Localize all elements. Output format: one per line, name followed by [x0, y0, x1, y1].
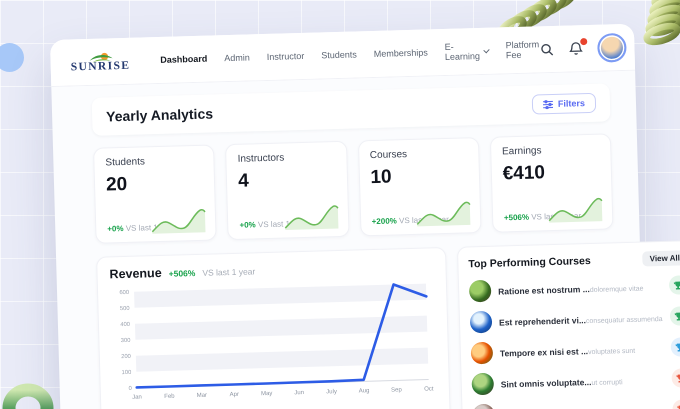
- course-title: Est reprehenderit vi...: [498, 314, 587, 328]
- decor-spring-icon: [643, 0, 680, 46]
- trophy-icon: [668, 275, 680, 295]
- svg-text:400: 400: [120, 322, 130, 328]
- stat-percent: +506%: [503, 212, 530, 223]
- page-title: Yearly Analytics: [105, 105, 214, 125]
- course-subtitle: doloremque vitae: [589, 285, 644, 294]
- search-icon[interactable]: [539, 41, 555, 57]
- page-title-bar: Yearly Analytics Filters: [91, 83, 611, 136]
- course-avatar: [468, 279, 492, 302]
- course-title: Ratione est nostrum ...: [498, 283, 590, 297]
- notification-badge: [578, 36, 589, 47]
- filters-button[interactable]: Filters: [531, 92, 597, 115]
- revenue-chart-card: Revenue +506% VS last 1 year 0 100 200 300 4…: [96, 247, 452, 409]
- course-title: Sint omnis voluptate...: [500, 376, 592, 390]
- svg-text:0: 0: [128, 386, 131, 392]
- svg-text:Mar: Mar: [197, 393, 208, 399]
- trophy-icon: [671, 399, 680, 409]
- svg-text:100: 100: [122, 370, 132, 376]
- revenue-note: VS last 1 year: [202, 266, 256, 278]
- course-title: Tempore ex nisi est ...: [499, 345, 589, 359]
- nav-item-instructor[interactable]: Instructor: [267, 51, 305, 62]
- dashboard-window: SUNRISE Dashboard Admin Instructor Stude…: [50, 23, 680, 409]
- svg-text:200: 200: [121, 354, 131, 360]
- revenue-percent: +506%: [168, 268, 196, 279]
- svg-text:Oct: Oct: [424, 386, 434, 392]
- course-subtitle: voluptates sunt: [588, 347, 636, 356]
- sunrise-logo[interactable]: SUNRISE: [70, 50, 131, 74]
- trophy-icon: [669, 306, 680, 326]
- decor-green-torus-icon: [2, 383, 54, 409]
- course-avatar: [472, 403, 495, 409]
- svg-text:Jun: Jun: [294, 390, 304, 396]
- stat-value: €410: [502, 162, 546, 185]
- nav-item-admin[interactable]: Admin: [224, 52, 250, 63]
- stat-card-students[interactable]: Students 20 +0% VS last 1 year: [93, 144, 217, 244]
- main-nav: Dashboard Admin Instructor Students Memb…: [160, 39, 540, 70]
- svg-text:Sep: Sep: [391, 387, 403, 393]
- course-avatar: [470, 341, 494, 364]
- revenue-chart: 0 100 200 300 400 500 600 Jan Feb Mar Apr May Jun Jul…: [119, 283, 434, 401]
- svg-text:500: 500: [120, 306, 130, 312]
- stat-label: Earnings: [501, 145, 542, 158]
- sparkline-chart: [548, 197, 603, 223]
- stat-percent: +0%: [107, 224, 124, 234]
- stat-card-courses[interactable]: Courses 10 +200% VS last 1 year: [357, 137, 482, 237]
- sliders-filter-icon: [542, 99, 554, 109]
- stat-label: Instructors: [237, 152, 285, 165]
- filters-label: Filters: [557, 98, 586, 109]
- nav-item-students[interactable]: Students: [321, 49, 357, 60]
- svg-text:Feb: Feb: [164, 394, 175, 400]
- svg-text:600: 600: [119, 290, 129, 296]
- top-courses-title: Top Performing Courses: [468, 254, 591, 270]
- svg-text:Aug: Aug: [359, 388, 370, 394]
- stat-value: 20: [105, 173, 128, 196]
- course-avatar: [469, 310, 493, 333]
- notifications-bell-icon[interactable]: [568, 36, 589, 56]
- stat-value: 4: [237, 170, 250, 192]
- course-subtitle: consequatur assumenda: [585, 315, 663, 325]
- dashboard-body: Yearly Analytics Filters Students 20 +0%…: [51, 71, 680, 409]
- stat-percent: +200%: [371, 216, 397, 227]
- trophy-icon: [671, 368, 680, 388]
- stat-label: Students: [105, 156, 146, 169]
- course-subtitle: ut corrupti: [591, 378, 623, 387]
- user-avatar[interactable]: [596, 32, 627, 63]
- sparkline-chart: [284, 205, 339, 231]
- stats-row: Students 20 +0% VS last 1 year Instructo…: [93, 133, 614, 244]
- stat-card-instructors[interactable]: Instructors 4 +0% VS last 1 year: [225, 140, 350, 241]
- top-courses-card: Top Performing Courses View All Ratione …: [456, 240, 680, 409]
- top-courses-header: Top Performing Courses View All: [468, 250, 680, 271]
- sparkline-chart: [152, 208, 206, 234]
- stat-value: 10: [370, 166, 392, 189]
- sparkline-chart: [416, 201, 471, 227]
- chevron-down-icon: [483, 46, 490, 54]
- nav-item-dashboard[interactable]: Dashboard: [160, 54, 207, 65]
- stat-label: Courses: [369, 149, 408, 162]
- view-all-button[interactable]: View All: [642, 250, 680, 267]
- nav-item-e-learning[interactable]: E-Learning: [444, 41, 490, 62]
- logo-text: SUNRISE: [70, 59, 131, 74]
- svg-text:July: July: [326, 389, 337, 395]
- revenue-title: Revenue: [109, 265, 162, 282]
- trophy-icon: [670, 337, 680, 357]
- svg-text:May: May: [261, 391, 273, 397]
- nav-item-memberships[interactable]: Memberships: [374, 47, 428, 59]
- nav-item-label: E-Learning: [444, 41, 481, 62]
- svg-text:Jan: Jan: [132, 395, 142, 401]
- stat-percent: +0%: [239, 220, 256, 230]
- course-avatar: [471, 372, 495, 395]
- stat-card-earnings[interactable]: Earnings €410 +506% VS last 1 year: [489, 133, 614, 233]
- nav-item-platform-fee[interactable]: Platform Fee: [505, 39, 539, 60]
- header-actions: [539, 32, 627, 63]
- svg-text:Apr: Apr: [230, 392, 240, 398]
- svg-text:300: 300: [121, 338, 131, 344]
